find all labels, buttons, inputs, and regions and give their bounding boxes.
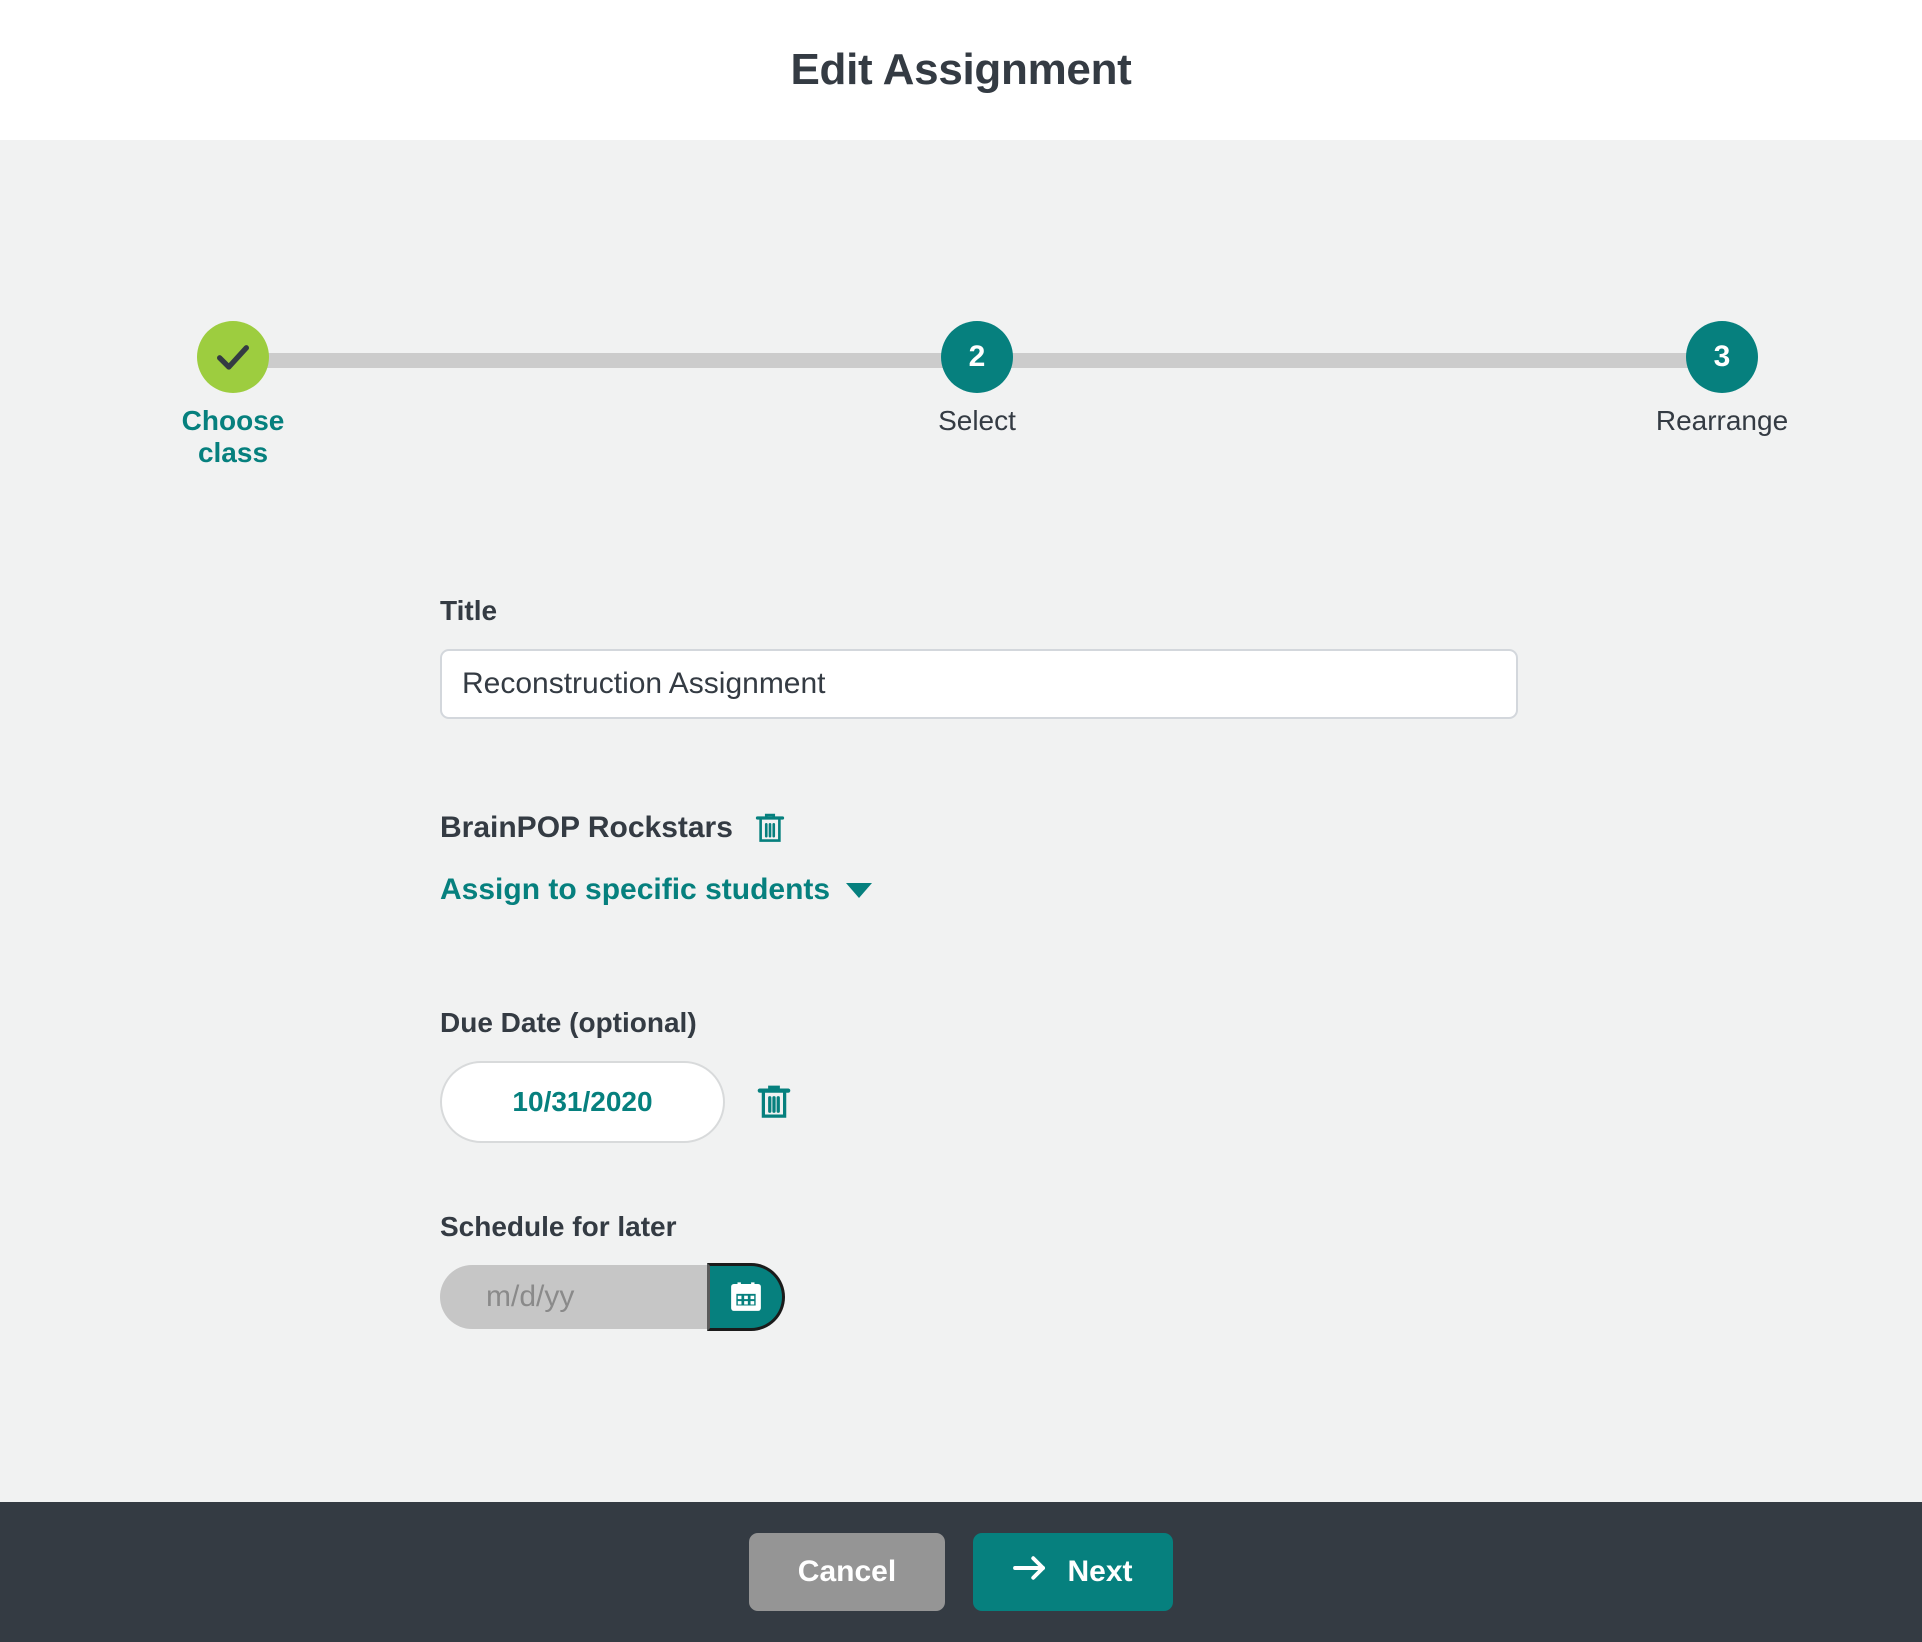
schedule-label: Schedule for later [440,1211,677,1242]
stepper-step-select[interactable]: 2 Select [897,321,1057,437]
delete-due-date-button[interactable] [757,1083,791,1121]
class-section: BrainPOP Rockstars Assign to specific st… [440,811,1540,907]
main-content: Choose class 2 Select 3 Rearrange Title … [0,140,1922,1502]
stepper-step-rearrange[interactable]: 3 Rearrange [1642,321,1802,437]
due-date-label: Due Date (optional) [440,1007,697,1038]
chevron-down-icon [846,882,873,898]
open-calendar-button[interactable] [707,1263,785,1331]
assignment-form: Title BrainPOP Rockstars A [440,595,1540,1331]
due-date-value-button[interactable]: 10/31/2020 [440,1061,725,1143]
calendar-icon [729,1279,763,1316]
check-icon [213,337,253,377]
delete-class-button[interactable] [755,811,785,845]
title-input[interactable] [440,649,1518,719]
next-button-label: Next [1067,1555,1133,1588]
stepper-label-2: Select [938,405,1016,436]
due-date-section: Due Date (optional) 10/31/2020 [440,1007,1540,1143]
class-row: BrainPOP Rockstars [440,811,1540,845]
schedule-date-input[interactable] [440,1279,874,1315]
progress-stepper: Choose class 2 Select 3 Rearrange [0,140,1922,468]
trash-icon [755,813,785,848]
next-button[interactable]: Next [973,1533,1173,1611]
due-date-row: 10/31/2020 [440,1061,1540,1143]
schedule-pill [440,1263,874,1331]
page-header: Edit Assignment [0,0,1922,140]
assign-to-specific-students-link[interactable]: Assign to specific students [440,873,873,907]
stepper-circle-2[interactable]: 2 [941,321,1013,393]
stepper-label-3: Rearrange [1655,405,1789,436]
schedule-section: Schedule for later [440,1211,1540,1331]
arrow-right-icon [1013,1555,1047,1589]
stepper-circle-3[interactable]: 3 [1686,321,1758,393]
page-title: Edit Assignment [790,45,1132,94]
schedule-row [440,1263,1540,1331]
stepper-number-2: 2 [968,340,986,373]
stepper-step-choose-class[interactable]: Choose class [153,321,313,469]
cancel-button[interactable]: Cancel [749,1533,945,1611]
trash-icon [757,1085,791,1124]
footer-bar: Cancel Next [0,1502,1922,1642]
stepper-circle-1[interactable] [197,321,269,393]
assign-link-label: Assign to specific students [440,873,831,906]
title-label: Title [440,595,498,626]
class-name-label: BrainPOP Rockstars [440,811,733,844]
stepper-label-1: Choose class [181,405,285,468]
stepper-number-3: 3 [1713,340,1731,373]
